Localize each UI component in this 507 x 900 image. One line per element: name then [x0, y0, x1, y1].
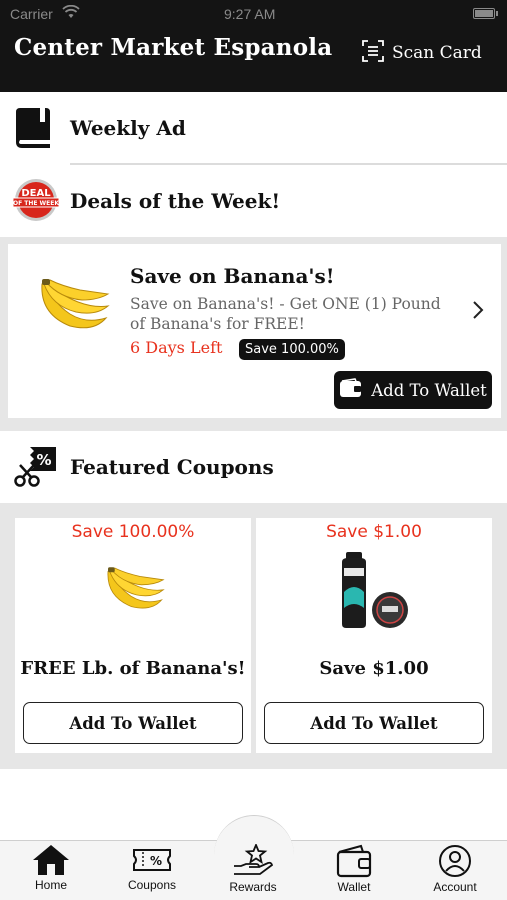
- tab-account[interactable]: Account: [415, 844, 495, 900]
- scan-card-button[interactable]: Scan Card: [362, 39, 482, 67]
- tab-account-label: Account: [433, 880, 477, 894]
- coupon-scissors-icon: %: [12, 443, 58, 489]
- tab-coupons-label: Coupons: [127, 878, 177, 892]
- deal-of-the-week-badge-icon: DEAL OF THE WEEK: [12, 177, 60, 223]
- axe-products-image: [338, 552, 412, 634]
- coupon-name: Save $1.00: [319, 658, 429, 679]
- percent-glyph: %: [36, 451, 51, 469]
- tab-rewards[interactable]: Rewards: [213, 844, 293, 900]
- deal-save-badge: Save 100.00%: [239, 339, 345, 360]
- tab-wallet-label: Wallet: [337, 880, 371, 894]
- book-icon: [12, 104, 58, 150]
- tab-coupons[interactable]: % Coupons: [112, 844, 192, 900]
- deal-days-left: 6 Days Left: [130, 338, 223, 357]
- deal-title: Save on Banana's!: [130, 264, 335, 288]
- deal-badge-text: DEAL: [21, 188, 51, 199]
- carrier-label: Carrier: [10, 6, 53, 22]
- coupon-add-to-wallet-button[interactable]: Add To Wallet: [264, 702, 484, 744]
- wifi-icon: [62, 4, 80, 22]
- deal-badge-subtext: OF THE WEEK: [13, 200, 59, 207]
- weekly-ad-row[interactable]: Weekly Ad: [0, 92, 507, 164]
- scan-icon: [362, 39, 384, 67]
- deals-of-week-row[interactable]: DEAL OF THE WEEK Deals of the Week!: [0, 165, 507, 237]
- tab-rewards-label: Rewards: [229, 880, 277, 894]
- coupon-ticket-icon: %: [133, 849, 171, 871]
- deals-of-week-label: Deals of the Week!: [70, 189, 281, 213]
- tab-home[interactable]: Home: [11, 844, 91, 900]
- chevron-right-icon[interactable]: [470, 300, 486, 320]
- tab-wallet[interactable]: Wallet: [314, 844, 394, 900]
- deal-add-to-wallet-button[interactable]: Add To Wallet: [334, 371, 492, 409]
- wallet-icon: [336, 844, 372, 878]
- status-time: 9:27 AM: [224, 6, 276, 22]
- bananas-image: [103, 566, 165, 616]
- deal-description: Save on Banana's! - Get ONE (1) Pound of…: [130, 295, 441, 333]
- coupon-name: FREE Lb. of Banana's!: [20, 658, 246, 679]
- weekly-ad-label: Weekly Ad: [70, 116, 186, 140]
- battery-icon: [473, 8, 498, 19]
- rewards-hand-star-icon: [234, 844, 274, 875]
- coupon-card[interactable]: Save $1.00 Save $1.00 Add To Wallet: [256, 518, 492, 753]
- coupon-add-to-wallet-button[interactable]: Add To Wallet: [23, 702, 243, 744]
- status-bar: Carrier 9:27 AM: [0, 4, 507, 24]
- account-icon: [439, 845, 471, 877]
- scan-card-label: Scan Card: [392, 43, 482, 63]
- coupon-save-label: Save 100.00%: [71, 522, 195, 542]
- coupon-card[interactable]: Save 100.00% FREE Lb. of Banana's! Add T…: [15, 518, 251, 753]
- home-icon: [33, 845, 69, 875]
- deal-add-to-wallet-label: Add To Wallet: [371, 380, 487, 400]
- bananas-image: [36, 278, 110, 336]
- featured-coupons-row[interactable]: % Featured Coupons: [0, 431, 507, 503]
- wallet-icon: [339, 378, 363, 402]
- deal-card[interactable]: Save on Banana's! Save on Banana's! - Ge…: [8, 244, 501, 418]
- tab-home-label: Home: [34, 878, 67, 892]
- app-title: Center Market Espanola: [14, 34, 333, 61]
- svg-text:%: %: [150, 854, 162, 868]
- coupon-save-label: Save $1.00: [326, 522, 422, 542]
- featured-coupons-label: Featured Coupons: [70, 455, 274, 479]
- app-header: Carrier 9:27 AM Center Market Espanola S…: [0, 0, 507, 92]
